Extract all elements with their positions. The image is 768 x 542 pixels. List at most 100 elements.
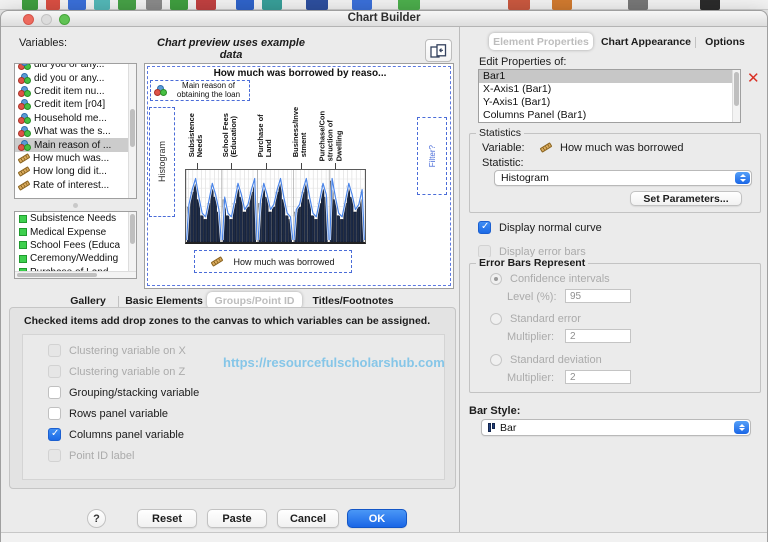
dialog-bottom-strip [1, 532, 767, 542]
variables-scrollbar[interactable] [128, 64, 136, 198]
categories-vscrollbar[interactable] [128, 212, 136, 271]
bar-style-dropdown[interactable]: Bar [481, 419, 751, 436]
variable-item[interactable]: did you or any... [15, 71, 136, 84]
statistic-label: Statistic: [482, 157, 524, 169]
panel-label: Purchase of Land [255, 114, 273, 158]
statistic-dropdown[interactable]: Histogram [494, 170, 752, 186]
toolbar-icon-fragment [306, 0, 328, 10]
toolbar-icon-fragment [262, 0, 282, 10]
variable-item[interactable]: What was the s... [15, 125, 136, 138]
checkbox-icon[interactable] [48, 407, 61, 420]
property-item-x-axis[interactable]: X-Axis1 (Bar1) [479, 83, 740, 96]
category-item[interactable]: School Fees (Educa [15, 239, 136, 252]
tab-options[interactable]: Options [701, 36, 749, 48]
radio-selected-icon [490, 273, 502, 285]
nominal-icon [18, 72, 31, 84]
histogram-bars [185, 170, 366, 243]
error-bars-group-label: Error Bars Represent [476, 257, 589, 269]
reset-button[interactable]: Reset [137, 509, 197, 528]
nominal-icon [18, 85, 31, 97]
toolbar-icon-fragment [700, 0, 720, 10]
set-parameters-button[interactable]: Set Parameters... [630, 191, 742, 206]
category-item[interactable]: Medical Expense [15, 225, 136, 238]
checkbox-icon [48, 365, 61, 378]
tab-separator [695, 37, 696, 48]
category-item[interactable]: Ceremony/Wedding [15, 252, 136, 265]
move-chart-icon [430, 43, 447, 58]
bar-style-icon [488, 423, 495, 432]
dialog-titlebar[interactable]: Chart Builder [1, 11, 767, 27]
help-button[interactable]: ? [87, 509, 106, 528]
properties-scrollbar[interactable] [732, 70, 740, 122]
move-chart-button[interactable] [425, 39, 452, 62]
tab-element-properties[interactable]: Element Properties [489, 33, 593, 50]
category-icon [19, 228, 27, 237]
property-item-columns-panel[interactable]: Columns Panel (Bar1) [479, 109, 740, 122]
screen: Chart Builder Variables: Chart preview u… [0, 0, 768, 542]
multiplier-label: Multiplier: [507, 372, 555, 384]
checkbox-checked-icon[interactable] [478, 221, 491, 234]
x-axis-drop-zone[interactable]: How much was borrowed [194, 250, 352, 273]
ok-button[interactable]: OK [347, 509, 407, 528]
tab-titles-footnotes[interactable]: Titles/Footnotes [307, 295, 399, 307]
y-axis-drop-zone[interactable]: Histogram [149, 107, 175, 217]
statistics-group-label: Statistics [476, 127, 525, 139]
category-icon [19, 214, 27, 223]
delete-element-button[interactable]: ✕ [747, 71, 760, 86]
dialog-title: Chart Builder [347, 12, 421, 24]
edit-properties-list[interactable]: Bar1 X-Axis1 (Bar1) Y-Axis1 (Bar1) Colum… [478, 69, 741, 123]
variable-item[interactable]: How long did it... [15, 165, 136, 178]
scale-icon [17, 166, 31, 178]
property-item-bar1[interactable]: Bar1 [479, 70, 740, 83]
tab-basic-elements[interactable]: Basic Elements [123, 295, 205, 307]
variable-item[interactable]: Credit item [r04] [15, 98, 136, 111]
nominal-icon [18, 139, 31, 151]
variable-item[interactable]: Credit item nu... [15, 85, 136, 98]
panel-label: Business/Inve stment [290, 106, 308, 158]
option-grouping-stacking[interactable]: Grouping/stacking variable [48, 386, 199, 399]
option-clustering-z: Clustering variable on Z [48, 365, 185, 378]
property-item-y-axis[interactable]: Y-Axis1 (Bar1) [479, 96, 740, 109]
toolbar-icon-fragment [552, 0, 572, 10]
se-multiplier-input [565, 329, 631, 343]
variable-item[interactable]: Household me... [15, 112, 136, 125]
option-columns-panel[interactable]: Columns panel variable [48, 428, 184, 441]
checkbox-icon[interactable] [48, 386, 61, 399]
nominal-icon [18, 112, 31, 124]
variable-item[interactable]: did you or any... [15, 64, 136, 71]
bar-style-label: Bar Style: [469, 405, 521, 417]
variable-value: How much was borrowed [560, 142, 684, 154]
categories-list[interactable]: Subsistence Needs Medical Expense School… [14, 211, 137, 279]
histogram-plot[interactable] [185, 169, 366, 244]
nominal-icon [18, 99, 31, 111]
background-app-toolbar [0, 0, 768, 10]
variable-item[interactable]: Rate of interest... [15, 179, 136, 192]
variable-item[interactable]: How much was... [15, 152, 136, 165]
chart-preview-canvas[interactable]: How much was borrowed by reaso... Main r… [144, 63, 454, 289]
list-splitter[interactable] [73, 203, 78, 208]
paste-button[interactable]: Paste [207, 509, 267, 528]
toolbar-icon-fragment [398, 0, 420, 10]
standard-error-radio: Standard error [490, 313, 581, 325]
toolbar-icon-fragment [118, 0, 136, 10]
checkbox-checked-icon[interactable] [48, 428, 61, 441]
filter-drop-zone[interactable]: Filter? [417, 117, 447, 195]
tab-chart-appearance[interactable]: Chart Appearance [599, 36, 693, 48]
toolbar-icon-fragment [628, 0, 648, 10]
toolbar-icon-fragment [170, 0, 188, 10]
display-normal-curve[interactable]: Display normal curve [478, 221, 602, 234]
variables-list[interactable]: did you or any... did you or any... Cred… [14, 63, 137, 199]
variable-label: Variable: [482, 142, 525, 154]
variable-item-selected[interactable]: Main reason of ... [15, 138, 136, 152]
radio-icon [490, 354, 502, 366]
option-rows-panel[interactable]: Rows panel variable [48, 407, 168, 420]
categories-hscrollbar[interactable] [15, 271, 136, 278]
cancel-button[interactable]: Cancel [277, 509, 339, 528]
toolbar-icon-fragment [94, 0, 110, 10]
columns-panel-drop-zone[interactable]: Main reason of obtaining the loan [150, 80, 250, 101]
scale-icon [17, 153, 31, 164]
tab-gallery[interactable]: Gallery [63, 295, 113, 307]
category-item[interactable]: Subsistence Needs [15, 212, 136, 225]
radio-icon [490, 313, 502, 325]
panel-divider [459, 27, 460, 542]
